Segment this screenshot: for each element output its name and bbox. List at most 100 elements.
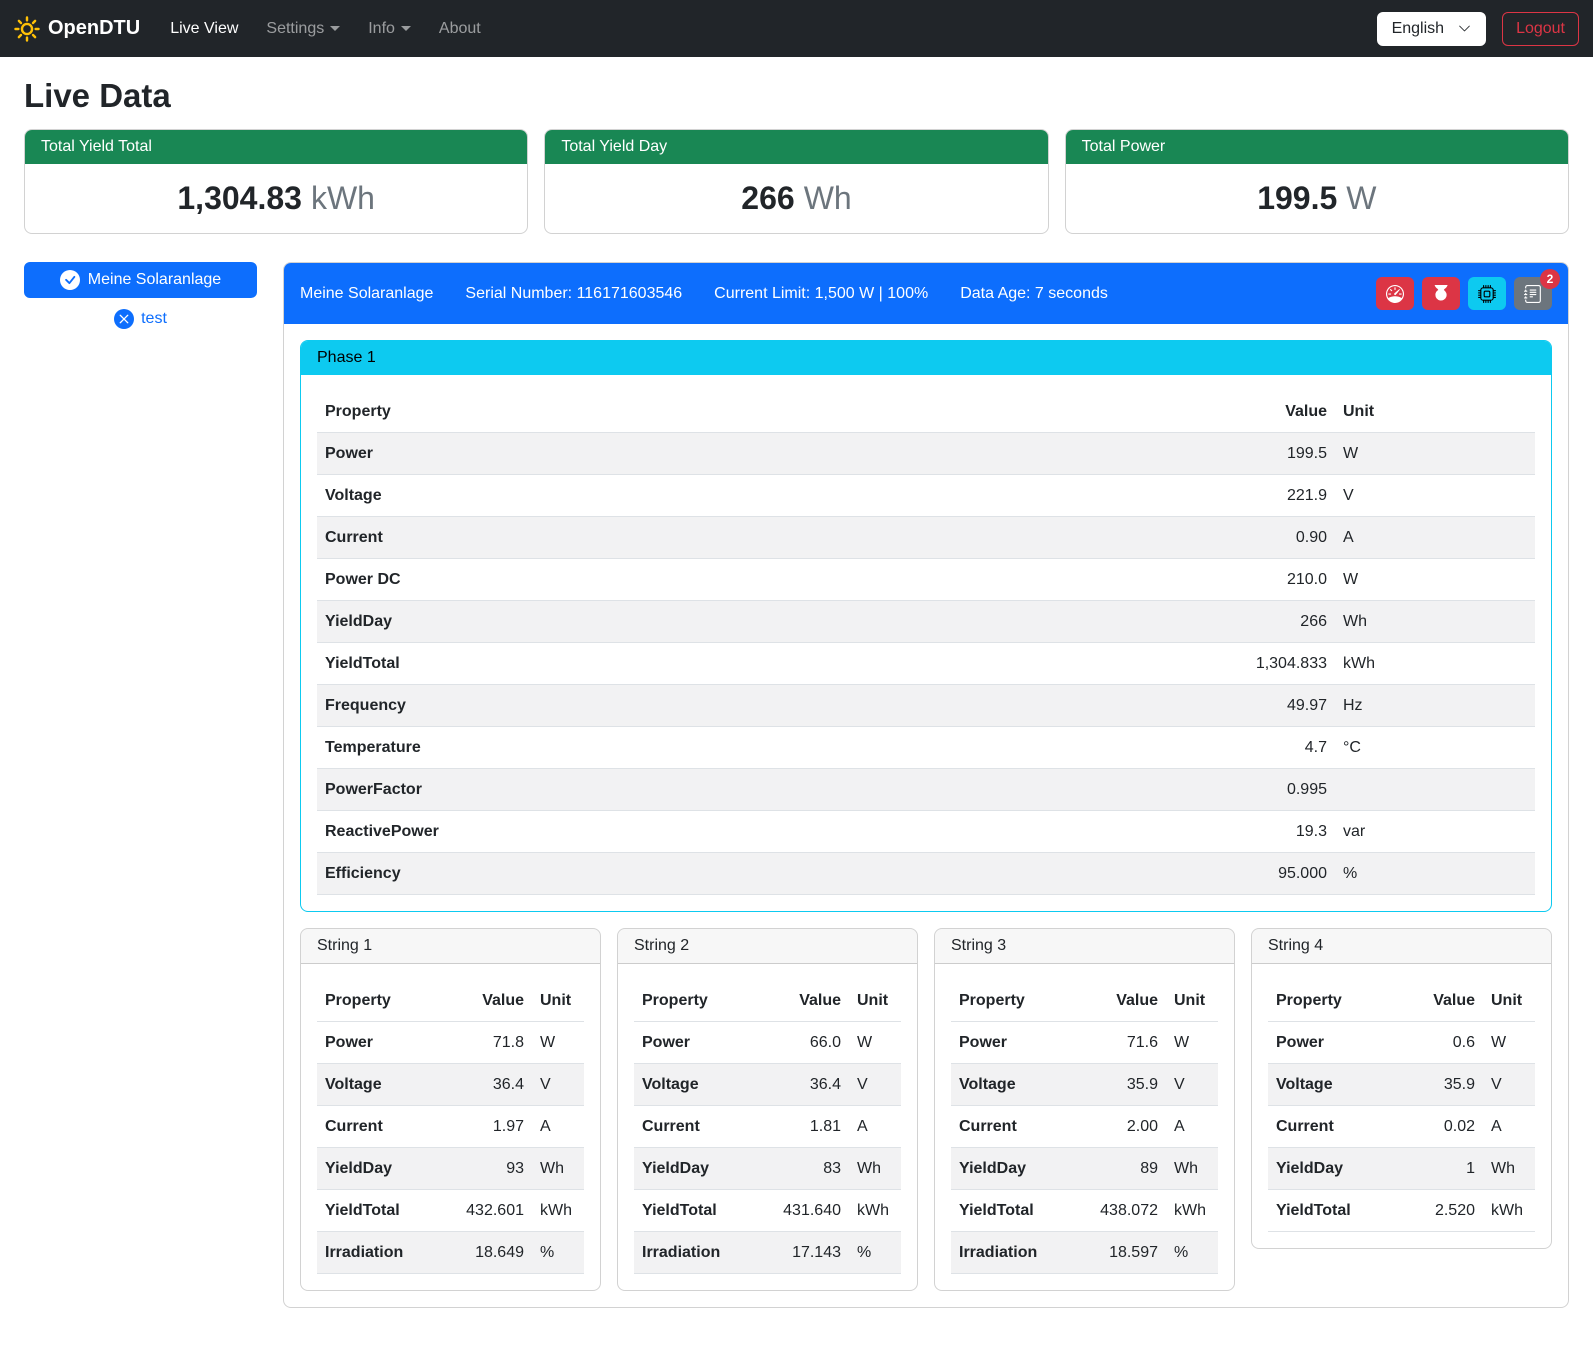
language-select[interactable]: English	[1377, 12, 1486, 46]
inverter-name: Meine Solaranlage	[88, 271, 221, 289]
row-value: 266	[926, 601, 1335, 643]
string-table: PropertyValueUnitPower71.8WVoltage36.4VC…	[317, 980, 584, 1274]
table-row: Irradiation18.649%	[317, 1232, 584, 1274]
power-toggle-button[interactable]	[1422, 277, 1460, 310]
row-unit: V	[1483, 1064, 1535, 1106]
string-card-title: String 2	[618, 929, 917, 964]
row-value: 0.90	[926, 517, 1335, 559]
row-unit: Hz	[1335, 685, 1535, 727]
event-log-button[interactable]: 2	[1514, 277, 1552, 310]
inverter-serial: Serial Number: 116171603546	[465, 285, 682, 303]
row-property: YieldDay	[951, 1148, 1072, 1190]
inverter-button-test[interactable]: test	[24, 309, 257, 329]
card-title: Total Yield Day	[545, 130, 1047, 164]
string-table: PropertyValueUnitPower71.6WVoltage35.9VC…	[951, 980, 1218, 1274]
page-content: Live Data Total Yield Total 1,304.83kWh …	[0, 77, 1593, 1332]
row-value: 17.143	[755, 1232, 849, 1274]
row-property: Current	[634, 1106, 755, 1148]
card-unit: kWh	[311, 180, 375, 216]
nav-item-live-view[interactable]: Live View	[158, 12, 250, 46]
row-property: Power	[317, 433, 926, 475]
row-unit: A	[1335, 517, 1535, 559]
row-value: 4.7	[926, 727, 1335, 769]
phase-card-title: Phase 1	[301, 341, 1551, 375]
table-row: Efficiency95.000%	[317, 853, 1535, 895]
device-info-button[interactable]	[1468, 277, 1506, 310]
table-row: Irradiation17.143%	[634, 1232, 901, 1274]
table-row: YieldTotal1,304.833kWh	[317, 643, 1535, 685]
speedometer-icon	[1386, 285, 1404, 303]
journal-text-icon	[1524, 285, 1542, 303]
nav-item-settings[interactable]: Settings	[254, 12, 352, 46]
inverter-list: Meine Solaranlage test	[24, 262, 257, 329]
limit-settings-button[interactable]	[1376, 277, 1414, 310]
row-property: Voltage	[1268, 1064, 1399, 1106]
inverter-card-header: Meine Solaranlage Serial Number: 1161716…	[284, 263, 1568, 324]
column-header-unit: Unit	[532, 980, 584, 1022]
row-property: Power	[1268, 1022, 1399, 1064]
row-unit: Wh	[849, 1148, 901, 1190]
row-property: Power	[634, 1022, 755, 1064]
row-unit: W	[1166, 1022, 1218, 1064]
card-title: Total Yield Total	[25, 130, 527, 164]
table-row: Current0.02A	[1268, 1106, 1535, 1148]
table-row: YieldDay266Wh	[317, 601, 1535, 643]
row-property: Current	[317, 517, 926, 559]
string-card-body: PropertyValueUnitPower71.8WVoltage36.4VC…	[301, 964, 600, 1290]
row-unit: °C	[1335, 727, 1535, 769]
card-value: 1,304.83	[177, 180, 302, 216]
nav-item-label: Info	[368, 20, 395, 38]
row-value: 0.6	[1399, 1022, 1483, 1064]
row-property: YieldTotal	[317, 1190, 438, 1232]
row-unit: V	[532, 1064, 584, 1106]
row-unit: Wh	[532, 1148, 584, 1190]
total-yield-total-card: Total Yield Total 1,304.83kWh	[24, 129, 528, 234]
row-unit: V	[1166, 1064, 1218, 1106]
row-property: Voltage	[951, 1064, 1072, 1106]
string-card-4: String 4PropertyValueUnitPower0.6WVoltag…	[1251, 928, 1552, 1249]
inverter-button-selected[interactable]: Meine Solaranlage	[24, 262, 257, 298]
table-row: Power66.0W	[634, 1022, 901, 1064]
row-unit: A	[849, 1106, 901, 1148]
table-row: Frequency49.97Hz	[317, 685, 1535, 727]
row-unit: W	[1335, 433, 1535, 475]
table-row: PowerFactor0.995	[317, 769, 1535, 811]
row-value: 210.0	[926, 559, 1335, 601]
event-count-badge: 2	[1540, 269, 1560, 289]
brand[interactable]: OpenDTU	[14, 16, 140, 42]
row-value: 36.4	[438, 1064, 532, 1106]
table-row: Temperature4.7°C	[317, 727, 1535, 769]
string-card-title: String 4	[1252, 929, 1551, 964]
chevron-down-icon	[1458, 22, 1471, 35]
phase-table: PropertyValueUnitPower199.5WVoltage221.9…	[317, 391, 1535, 895]
row-unit: W	[1335, 559, 1535, 601]
logout-button[interactable]: Logout	[1502, 12, 1579, 46]
column-header-value: Value	[926, 391, 1335, 433]
caret-down-icon	[330, 26, 340, 31]
table-row: YieldTotal2.520kWh	[1268, 1190, 1535, 1232]
table-row: Irradiation18.597%	[951, 1232, 1218, 1274]
inverter-name: test	[141, 310, 167, 328]
table-header-row: PropertyValueUnit	[317, 391, 1535, 433]
table-row: Voltage36.4V	[634, 1064, 901, 1106]
row-unit: Wh	[1166, 1148, 1218, 1190]
row-unit: W	[849, 1022, 901, 1064]
table-row: Current2.00A	[951, 1106, 1218, 1148]
string-card-3: String 3PropertyValueUnitPower71.6WVolta…	[934, 928, 1235, 1291]
table-header-row: PropertyValueUnit	[317, 980, 584, 1022]
table-row: Power199.5W	[317, 433, 1535, 475]
table-row: Power71.6W	[951, 1022, 1218, 1064]
phase-card-body: PropertyValueUnitPower199.5WVoltage221.9…	[301, 375, 1551, 911]
row-value: 19.3	[926, 811, 1335, 853]
row-unit: kWh	[1483, 1190, 1535, 1232]
nav-item-about[interactable]: About	[427, 12, 493, 46]
row-value: 431.640	[755, 1190, 849, 1232]
page-title: Live Data	[24, 77, 1569, 115]
column-header-value: Value	[438, 980, 532, 1022]
column-header-value: Value	[1399, 980, 1483, 1022]
row-unit: kWh	[849, 1190, 901, 1232]
row-value: 71.6	[1072, 1022, 1166, 1064]
nav-item-info[interactable]: Info	[356, 12, 423, 46]
row-unit: W	[532, 1022, 584, 1064]
column-header-property: Property	[634, 980, 755, 1022]
